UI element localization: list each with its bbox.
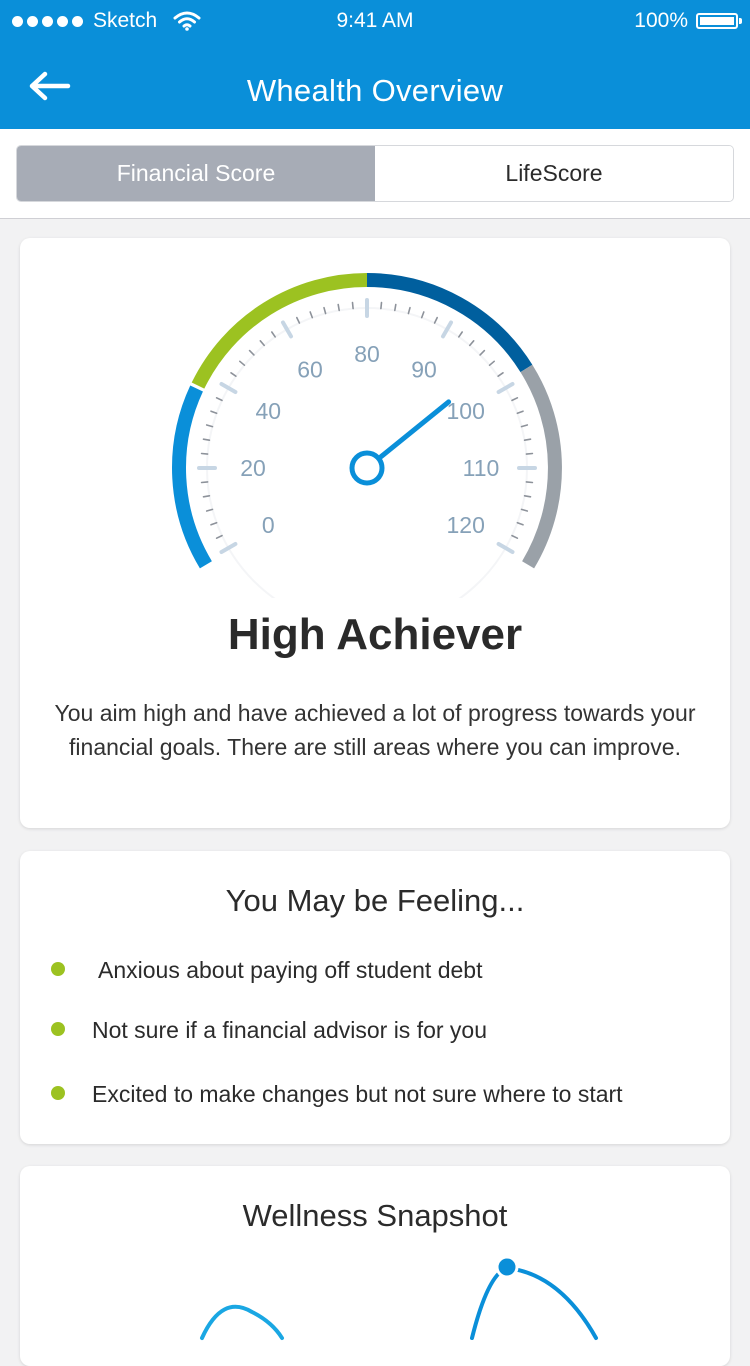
list-item: Anxious about paying off student debt xyxy=(20,952,730,988)
gauge-major-tick xyxy=(441,320,453,339)
gauge-minor-tick xyxy=(202,494,211,498)
bullet-dot-icon xyxy=(51,1022,65,1036)
feeling-card: You May be Feeling... Anxious about payi… xyxy=(20,851,730,1144)
app-header: Sketch 9:41 AM 100% Whealth Overview xyxy=(0,0,750,129)
gauge-minor-tick xyxy=(516,410,524,415)
gauge-minor-tick xyxy=(511,397,519,402)
gauge-minor-tick xyxy=(407,306,411,315)
gauge-needle-hub xyxy=(349,450,385,486)
gauge-major-tick xyxy=(496,382,515,394)
gauge-minor-tick xyxy=(215,534,223,540)
feeling-title: You May be Feeling... xyxy=(225,883,525,918)
score-description: You aim high and have achieved a lot of … xyxy=(54,700,696,760)
gauge-tick-label: 20 xyxy=(240,455,266,481)
gauge-tick-label: 60 xyxy=(297,356,323,382)
gauge-minor-tick xyxy=(523,494,532,498)
gauge-major-tick xyxy=(496,542,515,554)
gauge-major-tick xyxy=(219,382,238,394)
wellness-snapshot-card: Wellness Snapshot xyxy=(20,1166,730,1366)
gauge-minor-tick xyxy=(520,508,529,512)
status-bar: Sketch 9:41 AM 100% xyxy=(0,0,750,42)
gauge-minor-tick xyxy=(457,331,464,338)
gauge-minor-tick xyxy=(380,301,383,310)
gauge-minor-tick xyxy=(239,360,246,366)
navigation-bar: Whealth Overview xyxy=(0,42,750,129)
gauge-minor-tick xyxy=(200,452,209,455)
gauge-tick-label: 110 xyxy=(463,455,500,481)
gauge-minor-tick xyxy=(523,438,532,441)
gauge-tick-label: 40 xyxy=(256,398,282,424)
bullet-dot-icon xyxy=(51,1086,65,1100)
gauge-minor-tick xyxy=(271,331,276,338)
gauge-minor-tick xyxy=(210,410,218,415)
gauge-tick-label: 90 xyxy=(411,356,437,382)
tab-lifescore[interactable]: LifeScore xyxy=(375,146,733,201)
list-item: Excited to make changes but not sure whe… xyxy=(20,1076,730,1112)
gauge-minor-tick xyxy=(323,306,327,315)
gauge-segment-1 xyxy=(172,385,212,569)
gauge-needle xyxy=(378,399,452,460)
gauge-minor-tick xyxy=(230,372,237,377)
gauge-minor-tick xyxy=(488,360,496,366)
snapshot-marker[interactable] xyxy=(495,1255,519,1279)
gauge-minor-tick xyxy=(200,481,209,484)
tab-financial-score[interactable]: Financial Score xyxy=(17,146,375,201)
battery-icon xyxy=(696,13,742,29)
gauge-minor-tick xyxy=(433,316,439,324)
gauge-major-tick xyxy=(281,320,293,339)
tabs-bar: Financial Score LifeScore xyxy=(0,129,750,219)
gauge-minor-tick xyxy=(210,521,218,526)
gauge-minor-tick xyxy=(205,508,214,512)
bullet-dot-icon xyxy=(51,962,65,976)
gauge-minor-tick xyxy=(351,301,354,310)
score-gauge: 0 20 40 60 80 90 100 110 120 xyxy=(172,273,562,598)
score-level-title: High Achiever xyxy=(227,610,523,659)
gauge-minor-tick xyxy=(248,349,255,356)
segmented-control: Financial Score LifeScore xyxy=(16,145,734,202)
gauge-minor-tick xyxy=(497,372,504,377)
gauge-tick-label: 120 xyxy=(447,512,485,538)
gauge-minor-tick xyxy=(516,521,524,526)
gauge-minor-tick xyxy=(525,452,534,455)
gauge-minor-tick xyxy=(479,349,486,356)
gauge-minor-tick xyxy=(202,438,211,441)
gauge-tick-label: 100 xyxy=(447,398,485,424)
gauge-minor-tick xyxy=(511,534,519,540)
snapshot-chart xyxy=(200,1255,598,1340)
gauge-tick-label: 80 xyxy=(354,341,380,367)
gauge-minor-tick xyxy=(393,303,397,312)
gauge-minor-tick xyxy=(520,424,529,428)
list-item-text: Excited to make changes but not sure whe… xyxy=(92,1081,623,1107)
gauge-minor-tick xyxy=(215,397,223,402)
score-card: 0 20 40 60 80 90 100 110 120 High Achiever You a… xyxy=(20,238,730,828)
list-item-text: Anxious about paying off student debt xyxy=(98,957,483,983)
list-item: Not sure if a financial advisor is for y… xyxy=(20,1012,730,1048)
gauge-major-tick xyxy=(219,542,238,554)
gauge-segment-3 xyxy=(366,273,533,373)
gauge-minor-tick xyxy=(259,340,265,347)
gauge-minor-tick xyxy=(337,303,341,312)
list-item-text: Not sure if a financial advisor is for y… xyxy=(92,1017,488,1043)
gauge-minor-tick xyxy=(205,424,214,428)
gauge-minor-tick xyxy=(468,340,475,347)
gauge-minor-tick xyxy=(420,311,425,319)
gauge-minor-tick xyxy=(309,311,314,319)
gauge-minor-tick xyxy=(525,481,534,484)
gauge-minor-tick xyxy=(295,316,301,324)
battery-percent: 100% xyxy=(634,9,688,32)
gauge-tick-label: 0 xyxy=(262,512,275,538)
page-title: Whealth Overview xyxy=(246,73,504,108)
snapshot-curve-right xyxy=(470,1265,598,1340)
snapshot-curve-left xyxy=(200,1304,284,1340)
